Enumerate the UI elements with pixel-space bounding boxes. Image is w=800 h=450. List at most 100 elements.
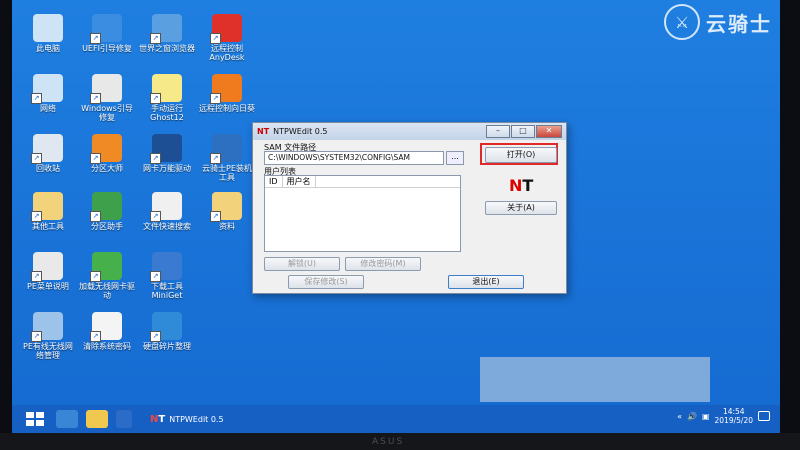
desktop-icon[interactable]: ↗ 加载无线网卡驱动 [79,252,135,300]
wifi-tool-icon[interactable] [116,410,132,428]
shortcut-arrow-icon: ↗ [150,33,161,44]
clock-time: 14:54 [722,407,745,416]
desktop-icon[interactable]: 此电脑 [20,14,76,53]
partition-master-icon: ↗ [90,134,122,164]
desktop-icon-label: PE有线无线网络管理 [23,342,73,360]
maximize-button[interactable]: □ [511,125,535,138]
system-tray: « 🔊 ▣ 14:54 2019/5/20 [677,407,770,425]
shortcut-arrow-icon: ↗ [210,93,221,104]
shortcut-arrow-icon: ↗ [90,93,101,104]
browse-button[interactable]: ... [446,151,464,165]
nic-driver-icon: ↗ [150,134,182,164]
shortcut-arrow-icon: ↗ [210,33,221,44]
desktop-icon[interactable]: ↗ 下载工具MiniGet [139,252,195,300]
desktop-icon[interactable]: ↗ 回收站 [20,134,76,173]
desktop-icon-label: 远程控制AnyDesk [209,44,245,62]
desktop-icon-label: Windows引导修复 [81,104,133,122]
desktop-icon[interactable]: ↗ 远程控制向日葵 [199,74,255,113]
column-id[interactable]: ID [265,176,283,187]
desktop-icon-label: 下载工具MiniGet [151,282,183,300]
file-search-icon: ↗ [150,192,182,222]
unlock-button[interactable]: 解锁(U) [264,257,340,271]
open-button[interactable]: 打开(O) [485,147,557,163]
desktop-icon[interactable]: ↗ 分区助手 [79,192,135,231]
anydesk-icon: ↗ [210,14,242,44]
windows-repair-icon: ↗ [90,74,122,104]
sunflower-icon: ↗ [210,74,242,104]
desktop-icon[interactable]: ↗ 分区大师 [79,134,135,173]
desktop-icon[interactable]: ↗ 网卡万能驱动 [139,134,195,173]
network-tray-icon[interactable]: ▣ [702,412,710,421]
ntpwedit-taskbar-icon: NT [150,413,166,425]
shortcut-arrow-icon: ↗ [31,211,42,222]
desktop: 此电脑 ↗ UEFI引导修复 ↗ 世界之窗浏览器 ↗ 远程控制AnyDesk ↗ 网络 ↗ Wind… [12,0,780,433]
clock[interactable]: 14:54 2019/5/20 [715,407,753,425]
desktop-icon[interactable]: ↗ PE菜单说明 [20,252,76,291]
ntpwedit-window: NT NTPWEdit 0.5 – □ ✕ SAM 文件路径 C:\WINDOW… [252,122,567,294]
network-icon: ↗ [31,74,63,104]
volume-icon[interactable]: 🔊 [687,412,697,421]
desktop-icon[interactable]: ↗ UEFI引导修复 [79,14,135,53]
ghost-icon: ↗ [150,74,182,104]
sam-path-input[interactable]: C:\WINDOWS\SYSTEM32\CONFIG\SAM [264,151,444,165]
folder-icon: ↗ [31,192,63,222]
desktop-icon[interactable]: ↗ 手动运行Ghost12 [139,74,195,122]
window-title: NTPWEdit 0.5 [273,127,328,136]
desktop-icon[interactable]: ↗ 网络 [20,74,76,113]
shortcut-arrow-icon: ↗ [90,211,101,222]
taskbar-app-ntpwedit[interactable]: NT NTPWEdit 0.5 [144,407,230,431]
obscured-area [480,357,710,402]
minimize-button[interactable]: – [486,125,510,138]
desktop-icon-label: 网络 [40,104,56,113]
shortcut-arrow-icon: ↗ [31,153,42,164]
desktop-icon-label: UEFI引导修复 [82,44,132,53]
desktop-icon-label: 资料 [219,222,235,231]
desktop-icon[interactable]: ↗ PE有线无线网络管理 [20,312,76,360]
shortcut-arrow-icon: ↗ [31,271,42,282]
shortcut-arrow-icon: ↗ [90,271,101,282]
shortcut-arrow-icon: ↗ [150,211,161,222]
about-button[interactable]: 关于(A) [485,201,557,215]
shortcut-arrow-icon: ↗ [90,33,101,44]
desktop-icon-label: 手动运行Ghost12 [150,104,184,122]
pe-readme-icon: ↗ [31,252,63,282]
desktop-icon[interactable]: ↗ 硬盘碎片整理 [139,312,195,351]
taskbar-app-label: NTPWEdit 0.5 [169,414,224,424]
watermark: ⚔ 云骑士 [664,4,772,40]
clock-date: 2019/5/20 [714,416,753,425]
taskbar: NT NTPWEdit 0.5 « 🔊 ▣ 14:54 2019/5/20 [12,405,780,433]
desktop-icon-label: 分区助手 [91,222,123,231]
desktop-icon[interactable]: ↗ 远程控制AnyDesk [199,14,255,62]
network-manager-icon: ↗ [31,312,63,342]
desktop-icon-label: 清除系统密码 [83,342,131,351]
app-logo-icon: NT [257,127,270,136]
exit-button[interactable]: 退出(E) [448,275,524,289]
desktop-icon[interactable]: ↗ 文件快速搜索 [139,192,195,231]
user-list[interactable]: ID 用户名 [264,175,461,252]
desktop-icon-label: 远程控制向日葵 [199,104,255,113]
close-button[interactable]: ✕ [536,125,562,138]
desktop-icon[interactable]: ↗ 云骑士PE装机工具 [199,134,255,182]
monitor-brand-logo: ASUS [372,437,405,447]
desktop-icon[interactable]: ↗ 其他工具 [20,192,76,231]
desktop-icon-label: 世界之窗浏览器 [139,44,195,53]
change-password-button[interactable]: 修改密码(M) [345,257,421,271]
desktop-icon-label: 文件快速搜索 [143,222,191,231]
file-explorer-icon[interactable] [86,410,108,428]
desktop-icon[interactable]: ↗ 清除系统密码 [79,312,135,351]
column-username[interactable]: 用户名 [283,176,316,187]
desktop-icon[interactable]: ↗ 世界之窗浏览器 [139,14,195,53]
partition-assistant-icon: ↗ [90,192,122,222]
notification-icon[interactable] [758,411,770,421]
window-titlebar[interactable]: NT NTPWEdit 0.5 – □ ✕ [253,123,566,140]
user-list-header: ID 用户名 [265,176,460,188]
start-button[interactable] [22,407,48,431]
taskview-icon[interactable] [56,410,78,428]
defrag-icon: ↗ [150,312,182,342]
miniget-fish-icon: ↗ [150,252,182,282]
tray-expand-icon[interactable]: « [677,412,682,421]
shortcut-arrow-icon: ↗ [150,271,161,282]
desktop-icon[interactable]: ↗ 资料 [199,192,255,231]
save-changes-button[interactable]: 保存修改(S) [288,275,364,289]
desktop-icon[interactable]: ↗ Windows引导修复 [79,74,135,122]
